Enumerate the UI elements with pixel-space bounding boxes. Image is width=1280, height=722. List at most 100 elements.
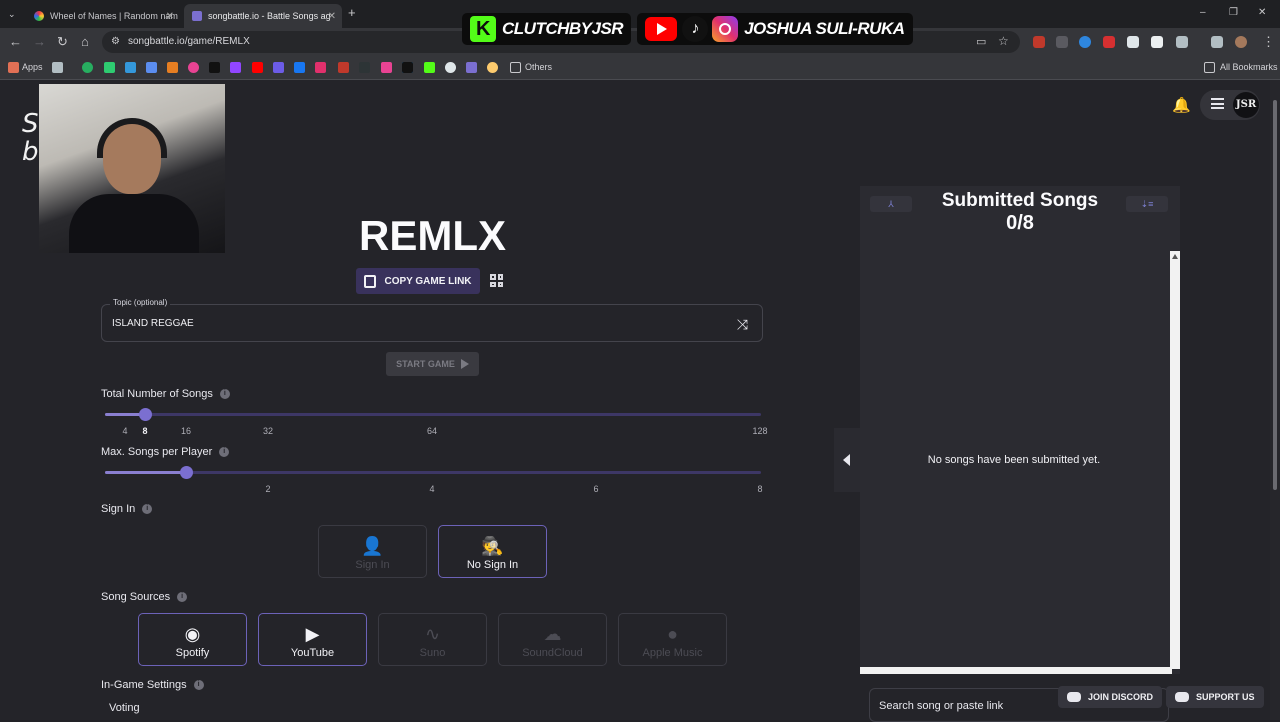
- songbattle-bookmark-icon[interactable]: [466, 62, 477, 73]
- max-songs-tick[interactable]: 2: [265, 484, 270, 494]
- total-songs-tick[interactable]: 32: [263, 426, 273, 436]
- bookmark-star-icon[interactable]: ☆: [998, 34, 1009, 48]
- extension-icon[interactable]: [1127, 36, 1139, 48]
- info-icon[interactable]: i: [219, 447, 230, 457]
- bookmark-icon[interactable]: [167, 62, 178, 73]
- bookmark-icon[interactable]: [359, 62, 370, 73]
- close-tab-icon[interactable]: ✕: [328, 11, 336, 22]
- tiktok-bookmark-icon[interactable]: [209, 62, 220, 73]
- bookmark-icon[interactable]: [82, 62, 93, 73]
- youtube-bookmark-icon[interactable]: [252, 62, 263, 73]
- source-apple-music[interactable]: ● Apple Music: [618, 613, 727, 666]
- info-icon[interactable]: i: [142, 504, 153, 514]
- source-spotify[interactable]: ◉ Spotify: [138, 613, 247, 666]
- bookmark-icon[interactable]: [104, 62, 115, 73]
- copy-game-link-button[interactable]: COPY GAME LINK: [356, 268, 480, 294]
- site-info-icon[interactable]: ⚙: [111, 35, 120, 49]
- bookmark-icon[interactable]: [381, 62, 392, 73]
- bookmark-icon[interactable]: [146, 62, 157, 73]
- youtube-icon: [645, 17, 678, 41]
- home-icon[interactable]: ⌂: [81, 35, 89, 49]
- x-bookmark-icon[interactable]: [402, 62, 413, 73]
- total-songs-tick[interactable]: 64: [427, 426, 437, 436]
- pdf-extension-icon[interactable]: [1103, 36, 1115, 48]
- total-songs-slider[interactable]: [105, 408, 761, 421]
- avatar[interactable]: JSR: [1233, 92, 1259, 118]
- bell-icon[interactable]: 🔔: [1172, 96, 1191, 114]
- hamburger-menu-icon[interactable]: [1211, 98, 1224, 109]
- restore-icon[interactable]: ❐: [1229, 6, 1238, 20]
- back-icon[interactable]: ←: [9, 35, 22, 49]
- bookmark-icon[interactable]: [188, 62, 199, 73]
- bookmark-icon[interactable]: [273, 62, 284, 73]
- source-soundcloud[interactable]: ☁ SoundCloud: [498, 613, 607, 666]
- sort-icon[interactable]: ⇣≡: [1126, 196, 1168, 212]
- grid-bookmark-icon[interactable]: [52, 62, 63, 73]
- panel-vertical-scrollbar[interactable]: [1170, 251, 1180, 669]
- max-songs-slider-fill: [105, 471, 186, 474]
- info-icon[interactable]: i: [177, 592, 188, 602]
- extension-icon[interactable]: [1151, 36, 1163, 48]
- tab-wheel-of-names[interactable]: Wheel of Names | Random nam ✕: [26, 4, 180, 28]
- tab-title: Wheel of Names | Random nam: [50, 11, 178, 21]
- total-songs-tick[interactable]: 4: [122, 426, 127, 436]
- reading-list-icon[interactable]: [1211, 36, 1223, 48]
- all-bookmarks[interactable]: All Bookmarks: [1220, 62, 1278, 72]
- extension-icon[interactable]: [1056, 36, 1068, 48]
- bookmark-folder-others[interactable]: Others: [525, 62, 552, 72]
- close-tab-icon[interactable]: ✕: [166, 11, 174, 22]
- sign-in-option[interactable]: 👤 Sign In: [318, 525, 427, 578]
- adblock-extension-icon[interactable]: [1033, 36, 1045, 48]
- support-us-button[interactable]: SUPPORT US: [1166, 686, 1264, 708]
- folder-icon[interactable]: [510, 62, 521, 73]
- start-game-button[interactable]: START GAME: [386, 352, 479, 376]
- bookmark-icon[interactable]: [125, 62, 136, 73]
- tab-songbattle[interactable]: songbattle.io - Battle Songs ag ✕: [184, 4, 342, 28]
- tab-search-icon[interactable]: ⌄: [8, 7, 16, 21]
- kick-bookmark-icon[interactable]: [424, 62, 435, 73]
- total-songs-tick-selected[interactable]: 8: [142, 426, 147, 436]
- bookmark-icon[interactable]: [338, 62, 349, 73]
- no-sign-in-option[interactable]: 🕵 No Sign In: [438, 525, 547, 578]
- facebook-bookmark-icon[interactable]: [294, 62, 305, 73]
- bookmark-icon[interactable]: [445, 62, 456, 73]
- source-suno[interactable]: ∿ Suno: [378, 613, 487, 666]
- max-songs-tick[interactable]: 6: [593, 484, 598, 494]
- panel-horizontal-scrollbar[interactable]: [860, 667, 1172, 674]
- cast-icon[interactable]: ▭: [976, 35, 986, 49]
- max-songs-tick[interactable]: 4: [429, 484, 434, 494]
- source-youtube[interactable]: ▶ YouTube: [258, 613, 367, 666]
- reload-icon[interactable]: ↻: [57, 35, 68, 49]
- folder-icon[interactable]: [1204, 62, 1215, 73]
- extension-icon[interactable]: [1079, 36, 1091, 48]
- total-songs-tick[interactable]: 16: [181, 426, 191, 436]
- minimize-icon[interactable]: –: [1200, 6, 1206, 20]
- bookmark-apps[interactable]: Apps: [22, 62, 43, 72]
- apps-grid-icon[interactable]: [8, 62, 19, 73]
- max-songs-slider[interactable]: [105, 466, 761, 479]
- info-icon[interactable]: i: [219, 389, 230, 399]
- shuffle-icon[interactable]: ⤨: [737, 316, 748, 333]
- profile-avatar-icon[interactable]: [1235, 36, 1247, 48]
- close-window-icon[interactable]: ✕: [1258, 6, 1266, 20]
- bookmark-icon[interactable]: [487, 62, 498, 73]
- twitch-bookmark-icon[interactable]: [230, 62, 241, 73]
- extensions-puzzle-icon[interactable]: [1176, 36, 1188, 48]
- empty-state-text: No songs have been submitted yet.: [927, 454, 1101, 466]
- topic-input[interactable]: Topic (optional) ISLAND REGGAE ⤨: [101, 298, 763, 342]
- incognito-icon: 🕵: [481, 536, 504, 556]
- join-discord-button[interactable]: JOIN DISCORD: [1058, 686, 1163, 708]
- page-scrollbar[interactable]: [1270, 80, 1280, 720]
- forward-icon[interactable]: →: [33, 35, 46, 49]
- browser-menu-icon[interactable]: ⋮: [1262, 35, 1275, 49]
- max-songs-tick[interactable]: 8: [757, 484, 762, 494]
- account-menu[interactable]: JSR: [1200, 90, 1260, 120]
- info-icon[interactable]: i: [193, 680, 204, 690]
- new-tab-icon[interactable]: +: [348, 6, 356, 20]
- instagram-bookmark-icon[interactable]: [315, 62, 326, 73]
- total-songs-slider-thumb[interactable]: [139, 408, 152, 421]
- total-songs-tick[interactable]: 128: [752, 426, 767, 436]
- qr-code-icon[interactable]: [490, 274, 503, 287]
- max-songs-slider-thumb[interactable]: [180, 466, 193, 479]
- collapse-panel-button[interactable]: [834, 428, 860, 492]
